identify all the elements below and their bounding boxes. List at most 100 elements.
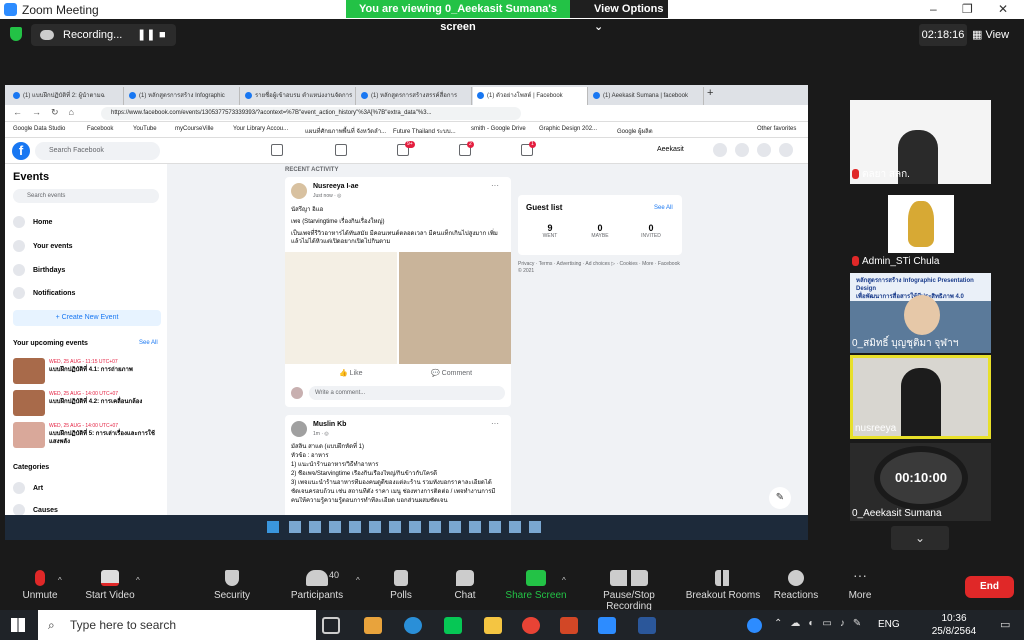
compose-icon[interactable]: ✎ [769, 487, 791, 509]
browser-tab[interactable]: (1) แบบฝึกปฏิบัติที่ 2: ผู้นำตามฉ [9, 87, 124, 105]
guest-see-all-link[interactable]: See All [654, 205, 673, 211]
create-event-button[interactable]: + Create New Event [13, 310, 161, 326]
stop-record-icon[interactable]: ■ [159, 24, 166, 46]
sidebar-item-your-events[interactable]: Your events [13, 240, 73, 252]
browser-tab[interactable]: (1) หลักสูตรการสร้างสรรค์สื่อการ [357, 87, 472, 105]
bookmark-item[interactable]: Other favorites [757, 126, 796, 132]
bookmark-item[interactable]: Your Library Accou... [233, 126, 288, 132]
post-options-icon[interactable]: ··· [491, 419, 499, 428]
address-bar[interactable]: https://www.facebook.com/events/13053775… [101, 107, 521, 120]
file-explorer-icon[interactable] [484, 617, 502, 634]
flag-icon[interactable] [335, 144, 347, 156]
new-tab-button[interactable]: + [707, 87, 713, 99]
went-count[interactable]: 9 WENT [538, 223, 562, 239]
windows-start-icon[interactable] [11, 618, 25, 632]
bookmark-item[interactable]: Google ผู้ผลิต [617, 126, 653, 136]
bookmark-item[interactable]: myCourseVille [175, 126, 214, 132]
participants-button[interactable]: Participants [277, 562, 357, 601]
post-image-infographic[interactable] [285, 252, 397, 364]
line-icon[interactable] [444, 617, 462, 634]
store-icon[interactable] [364, 617, 382, 634]
category-art[interactable]: Art [13, 482, 43, 494]
system-clock[interactable]: 10:36 25/8/2564 [918, 612, 990, 638]
audio-options-caret[interactable]: ^ [58, 576, 62, 585]
pause-stop-recording-button[interactable]: Pause/Stop Recording [579, 562, 679, 612]
participants-caret[interactable]: ^ [356, 576, 360, 585]
bookmark-item[interactable]: Future Thailand ระบบ... [393, 126, 456, 136]
more-button[interactable]: ··· More [820, 562, 900, 601]
see-all-link[interactable]: See All [139, 340, 158, 346]
browser-tab[interactable]: (1) Aeekasit Sumana | facebook [589, 87, 704, 105]
like-button[interactable]: 👍 Like [339, 369, 363, 377]
profile-link[interactable]: Aeekasit [657, 146, 684, 153]
browser-tab[interactable]: (1) หลักสูตรการสร้าง Infographic [125, 87, 240, 105]
bookmark-item[interactable]: Google Data Studio [13, 126, 65, 132]
view-button[interactable]: ▦ View [972, 24, 1020, 46]
bookmark-item[interactable]: แผนที่ศักยภาพพื้นที่ จังหวัดลำ... [305, 126, 386, 136]
task-view-icon[interactable] [322, 617, 340, 634]
menu-icon[interactable] [713, 143, 727, 157]
video-options-caret[interactable]: ^ [136, 576, 140, 585]
taskbar-search-input[interactable]: ⌕ Type here to search [38, 610, 316, 640]
facebook-search-input[interactable]: Search Facebook [35, 142, 160, 160]
nav-buttons-icon[interactable]: ←→↻⌂ [13, 107, 84, 118]
zoom-toolbar: Unmute ^ Start Video ^ Security Particip… [0, 560, 1024, 612]
account-icon[interactable] [779, 143, 793, 157]
zoom-icon[interactable] [598, 617, 616, 634]
share-options-caret[interactable]: ^ [562, 576, 566, 585]
unmute-button[interactable]: Unmute [0, 562, 80, 601]
participant-tile[interactable]: 00:10:00 0_Aeekasit Sumana [850, 443, 991, 521]
avatar[interactable] [291, 421, 307, 437]
scroll-down-button[interactable]: ⌄ [891, 526, 949, 550]
bookmark-item[interactable]: smith - Google Drive [471, 126, 526, 132]
close-button[interactable]: ✕ [998, 2, 1008, 16]
browser-tab[interactable]: รายชื่อผู้เข้าอบรม ตำแหน่งงานจัดการ [241, 87, 356, 105]
maybe-count[interactable]: 0 MAYBE [586, 223, 614, 239]
breakout-rooms-button[interactable]: Breakout Rooms [683, 562, 763, 601]
upcoming-event[interactable]: WED, 25 AUG - 11:15 UTC+07 แบบฝึกปฏิบัติ… [13, 358, 163, 384]
comment-input[interactable]: Write a comment... [309, 386, 505, 400]
bookmark-item[interactable]: YouTube [133, 126, 157, 132]
facebook-logo-icon[interactable]: f [12, 142, 30, 160]
comment-button[interactable]: 💬 Comment [431, 369, 472, 377]
upcoming-event[interactable]: WED, 25 AUG - 14:00 UTC+07 แบบฝึกปฏิบัติ… [13, 422, 163, 448]
participant-tile[interactable]: ตลยา สลก. [850, 100, 991, 184]
pause-record-icon[interactable]: ❚❚ [137, 24, 155, 46]
avatar[interactable] [291, 183, 307, 199]
word-icon[interactable] [638, 617, 656, 634]
bookmark-item[interactable]: Facebook [87, 126, 113, 132]
post-author[interactable]: Nusreeya I-ae [313, 183, 359, 190]
post-options-icon[interactable]: ··· [491, 181, 499, 190]
home-icon[interactable] [271, 144, 283, 156]
participant-tile[interactable]: หลักสูตรการสร้าง Infographic Presentatio… [850, 273, 991, 353]
invited-count[interactable]: 0 INVITED [636, 223, 666, 239]
minimize-button[interactable]: – [930, 2, 937, 16]
participant-tile[interactable]: Admin_STi Chula [850, 189, 991, 269]
browser-tab-active[interactable]: (1) ตัวอย่างโพสต์ | Facebook [473, 87, 588, 105]
art-icon [13, 482, 25, 494]
post-author[interactable]: Muslin Kb [313, 421, 346, 428]
notifications-icon[interactable] [757, 143, 771, 157]
sidebar-item-home[interactable]: Home [13, 216, 52, 228]
language-indicator[interactable]: ENG [878, 619, 900, 630]
notification-center-icon[interactable]: ▭ [1000, 618, 1010, 631]
system-tray-icon[interactable]: ⌃☁◐▭♪✎ [774, 618, 869, 629]
edge-icon[interactable] [404, 617, 422, 634]
powerpoint-icon[interactable] [560, 617, 578, 634]
events-search-input[interactable]: Search events [13, 189, 159, 203]
active-speaker-tile[interactable]: nusreeya [850, 355, 991, 439]
messenger-icon[interactable] [735, 143, 749, 157]
end-meeting-button[interactable]: End [965, 576, 1014, 598]
encryption-shield-icon[interactable] [10, 27, 22, 41]
maximize-button[interactable]: ❐ [962, 2, 973, 16]
post-image-food[interactable] [399, 252, 511, 364]
help-icon[interactable] [747, 618, 762, 633]
bookmark-item[interactable]: Graphic Design 202... [539, 126, 597, 132]
sidebar-item-notifications[interactable]: Notifications [13, 287, 75, 299]
security-button[interactable]: Security [192, 562, 272, 601]
chrome-icon[interactable] [522, 617, 540, 634]
upcoming-event[interactable]: WED, 25 AUG - 14:00 UTC+07 แบบฝึกปฏิบัติ… [13, 390, 163, 416]
chat-button[interactable]: Chat [425, 562, 505, 601]
view-options-button[interactable]: View Options ⌄ [570, 0, 668, 33]
sidebar-item-birthdays[interactable]: Birthdays [13, 264, 65, 276]
